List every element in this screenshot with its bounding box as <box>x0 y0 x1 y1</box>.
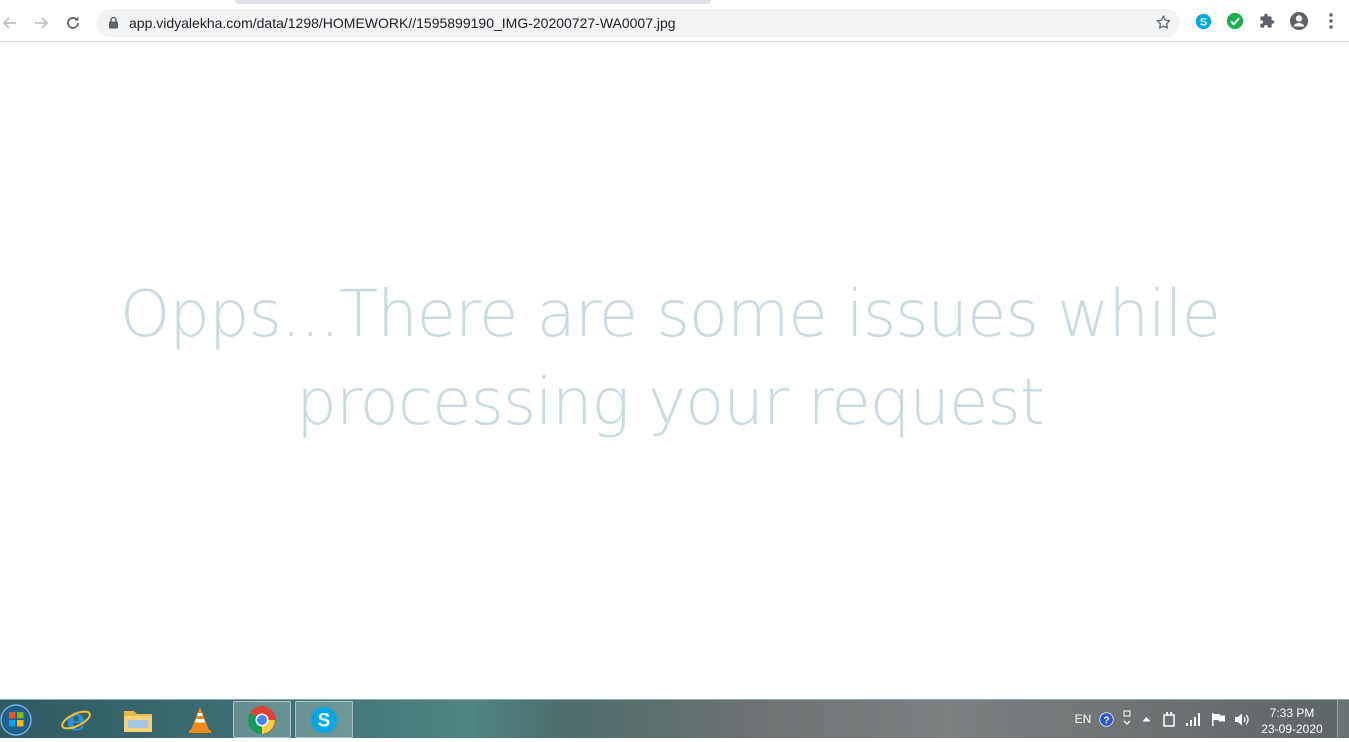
star-icon[interactable] <box>1155 14 1172 31</box>
chrome-icon <box>248 705 276 734</box>
help-icon: ? <box>1098 711 1114 727</box>
tab-strip-edge <box>235 0 711 4</box>
folder-icon <box>124 710 152 732</box>
svg-text:e: e <box>66 704 85 736</box>
url-text[interactable]: app.vidyalekha.com/data/1298/HOMEWORK//1… <box>129 15 676 31</box>
action-center-button[interactable] <box>1209 708 1227 730</box>
back-button[interactable] <box>0 9 24 37</box>
windows-orb-icon <box>0 704 32 736</box>
signal-bars-icon <box>1186 713 1200 726</box>
check-extension-button[interactable] <box>1225 11 1245 31</box>
taskbar-file-explorer[interactable] <box>109 701 167 738</box>
show-hidden-icons-button[interactable] <box>1138 708 1154 730</box>
svg-text:?: ? <box>1103 715 1109 726</box>
skype-extension-icon: S <box>1195 13 1211 29</box>
back-arrow-icon <box>2 17 16 29</box>
error-message: Opps...There are some issues while proce… <box>120 278 1221 440</box>
browser-toolbar: app.vidyalekha.com/data/1298/HOMEWORK//1… <box>0 0 1349 42</box>
show-desktop-button[interactable] <box>1337 700 1349 739</box>
chevron-up-icon <box>1142 717 1150 722</box>
battery-tray-button[interactable] <box>1160 708 1178 730</box>
reload-button[interactable] <box>59 9 87 37</box>
taskbar-vlc[interactable] <box>171 701 229 738</box>
profile-icon <box>1290 12 1308 30</box>
start-button[interactable] <box>0 701 36 738</box>
vlc-cone-icon <box>189 706 211 733</box>
svg-text:S: S <box>1199 16 1206 28</box>
speaker-icon <box>1235 713 1249 725</box>
forward-button[interactable] <box>27 9 55 37</box>
clock-date: 23-09-2020 <box>1261 722 1323 736</box>
language-indicator[interactable]: EN <box>1072 708 1094 730</box>
help-tray-button[interactable]: ? <box>1097 708 1115 730</box>
lock-icon[interactable] <box>108 16 119 29</box>
taskbar-skype[interactable]: S <box>295 701 353 738</box>
browser-menu-button[interactable] <box>1321 11 1341 31</box>
flag-icon <box>1211 712 1225 726</box>
page-content: Opps...There are some issues while proce… <box>0 43 1349 699</box>
extensions-button[interactable] <box>1257 11 1277 31</box>
skype-extension-button[interactable]: S <box>1193 11 1213 31</box>
skype-icon: S <box>311 706 337 733</box>
taskbar-clock[interactable]: 7:33 PM 23-09-2020 <box>1257 705 1327 737</box>
internet-explorer-icon: e <box>61 704 91 736</box>
profile-button[interactable] <box>1289 11 1309 31</box>
forward-arrow-icon <box>35 17 49 29</box>
taskbar-chrome[interactable] <box>233 701 291 738</box>
network-tray-button[interactable] <box>1185 708 1203 730</box>
reload-icon <box>67 16 79 29</box>
puzzle-icon <box>1260 13 1275 28</box>
language-options-icon <box>1123 710 1131 725</box>
taskbar: e S EN ? 7:33 PM 23-09-2020 <box>0 699 1349 739</box>
green-check-extension-icon <box>1226 12 1244 30</box>
svg-text:S: S <box>318 710 331 731</box>
volume-tray-button[interactable] <box>1233 708 1251 730</box>
kebab-menu-icon <box>1329 13 1333 29</box>
language-bar-options[interactable] <box>1119 708 1135 730</box>
power-plug-icon <box>1163 712 1175 727</box>
taskbar-internet-explorer[interactable]: e <box>47 701 105 738</box>
clock-time: 7:33 PM <box>1269 706 1315 720</box>
address-bar[interactable]: app.vidyalekha.com/data/1298/HOMEWORK//1… <box>96 9 1180 37</box>
